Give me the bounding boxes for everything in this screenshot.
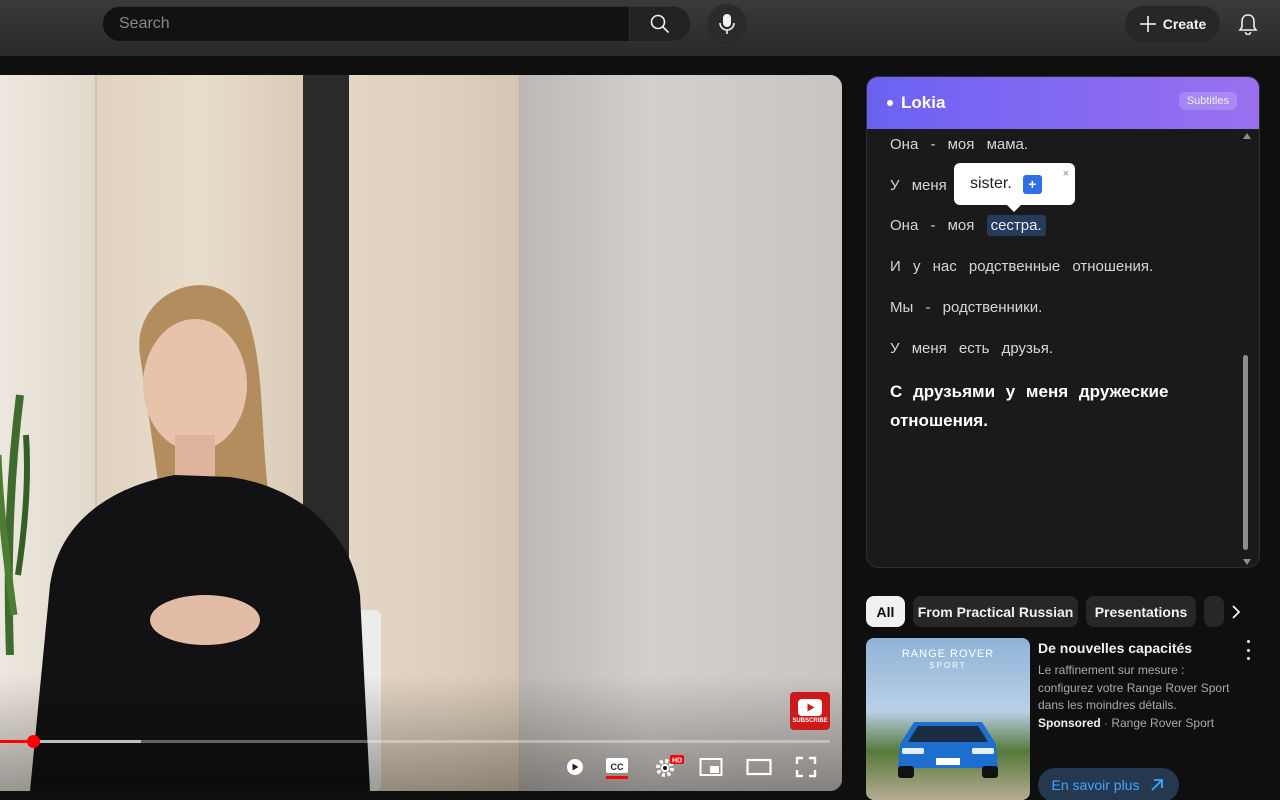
gear-icon: HD xyxy=(656,755,684,777)
subscribe-watermark[interactable]: SUBSCRIBE xyxy=(790,692,830,730)
subtitle-line-active[interactable]: С друзьями у меня дружеские отношения. xyxy=(890,377,1210,435)
create-label: Create xyxy=(1162,16,1207,32)
ad-advertiser: · Range Rover Sport xyxy=(1104,716,1215,730)
ad-description: Le raffinement sur mesure : configurez v… xyxy=(1038,663,1230,712)
search-input[interactable] xyxy=(103,7,629,41)
scroll-up-icon[interactable] xyxy=(1243,133,1251,139)
svg-text:CC: CC xyxy=(611,762,624,772)
filter-chips: All From Practical Russian Presentations xyxy=(866,596,1276,628)
chips-next-button[interactable] xyxy=(1224,600,1248,624)
sponsored-label: Sponsored xyxy=(1038,716,1101,730)
subtitle-line[interactable]: Она - моя мама. xyxy=(890,136,1028,153)
arrow-up-right-icon xyxy=(1151,779,1164,791)
theater-icon xyxy=(746,758,772,776)
svg-text:HD: HD xyxy=(672,758,682,765)
subtitle-line[interactable]: У меня есть друзья. xyxy=(890,340,1053,357)
ad-title[interactable]: De nouvelles capacités xyxy=(1038,640,1192,656)
youtube-logo-icon xyxy=(798,698,822,716)
subscribe-label: SUBSCRIBE xyxy=(792,717,828,724)
translation-text: sister. xyxy=(970,175,1012,192)
ad-cta-button[interactable]: En savoir plus xyxy=(1038,768,1179,800)
chip-presentations[interactable]: Presentations xyxy=(1086,596,1196,627)
subtitle-line[interactable]: И у нас родственные отношения. xyxy=(890,258,1153,275)
autoplay-toggle[interactable] xyxy=(550,755,586,779)
ad-thumbnail[interactable]: RANGE ROVER SPORT xyxy=(866,638,1030,800)
captions-icon: CC xyxy=(606,758,628,779)
video-player[interactable]: SUBSCRIBE CC HD xyxy=(0,75,842,791)
miniplayer-button[interactable] xyxy=(698,755,724,779)
fullscreen-icon xyxy=(795,756,817,778)
bell-icon xyxy=(1238,14,1258,35)
create-button[interactable]: Create xyxy=(1125,6,1220,42)
lokia-panel: Lokia Subtitles Она - моя мама. У меня О… xyxy=(866,76,1260,568)
search-button[interactable] xyxy=(629,6,691,42)
add-word-button[interactable]: + xyxy=(1022,174,1042,194)
highlighted-word[interactable]: сестра. xyxy=(986,215,1046,236)
chip-partial[interactable] xyxy=(1204,596,1224,627)
miniplayer-icon xyxy=(699,758,723,776)
progress-bar[interactable] xyxy=(0,735,830,748)
scroll-down-icon[interactable] xyxy=(1243,559,1251,565)
plus-icon xyxy=(1139,16,1156,32)
top-bar: Create xyxy=(0,0,1280,56)
subtitle-text[interactable]: Она - моя xyxy=(890,217,974,234)
translation-popup: sister. + × xyxy=(954,163,1075,212)
ad-more-options-button[interactable] xyxy=(1240,640,1256,660)
captions-button[interactable]: CC xyxy=(604,755,630,779)
theater-mode-button[interactable] xyxy=(746,755,772,779)
fullscreen-button[interactable] xyxy=(794,755,818,779)
close-popup-button[interactable]: × xyxy=(1063,168,1069,180)
notifications-button[interactable] xyxy=(1230,6,1266,42)
ad-meta: Sponsored · Range Rover Sport xyxy=(1038,716,1214,730)
lokia-header: Lokia Subtitles xyxy=(867,77,1259,129)
chip-all[interactable]: All xyxy=(866,596,905,627)
settings-button[interactable]: HD xyxy=(652,755,686,779)
car-image xyxy=(898,722,998,778)
ad-cta-label: En savoir plus xyxy=(1051,777,1140,793)
subtitles-tab[interactable]: Subtitles xyxy=(1178,92,1237,110)
subtitle-line[interactable]: Она - моя сестра. xyxy=(890,215,1046,236)
scrollbar-thumb[interactable] xyxy=(1243,355,1248,550)
search-icon xyxy=(650,14,670,34)
subtitle-list[interactable]: Она - моя мама. У меня Она - моя сестра.… xyxy=(867,129,1259,567)
autoplay-icon xyxy=(552,759,583,775)
ad-brand-line2: SPORT xyxy=(929,661,967,670)
chevron-right-icon xyxy=(1232,605,1241,619)
microphone-icon xyxy=(719,14,735,34)
subtitle-line[interactable]: Мы - родственники. xyxy=(890,299,1042,316)
search-box[interactable] xyxy=(102,6,630,42)
chip-from-practical-russian[interactable]: From Practical Russian xyxy=(913,596,1078,627)
subtitle-line[interactable]: У меня xyxy=(890,177,947,194)
voice-search-button[interactable] xyxy=(707,4,747,44)
lokia-title: Lokia xyxy=(901,93,946,112)
lokia-dot-icon xyxy=(887,100,893,106)
ad-brand-line1: RANGE ROVER xyxy=(901,648,995,660)
